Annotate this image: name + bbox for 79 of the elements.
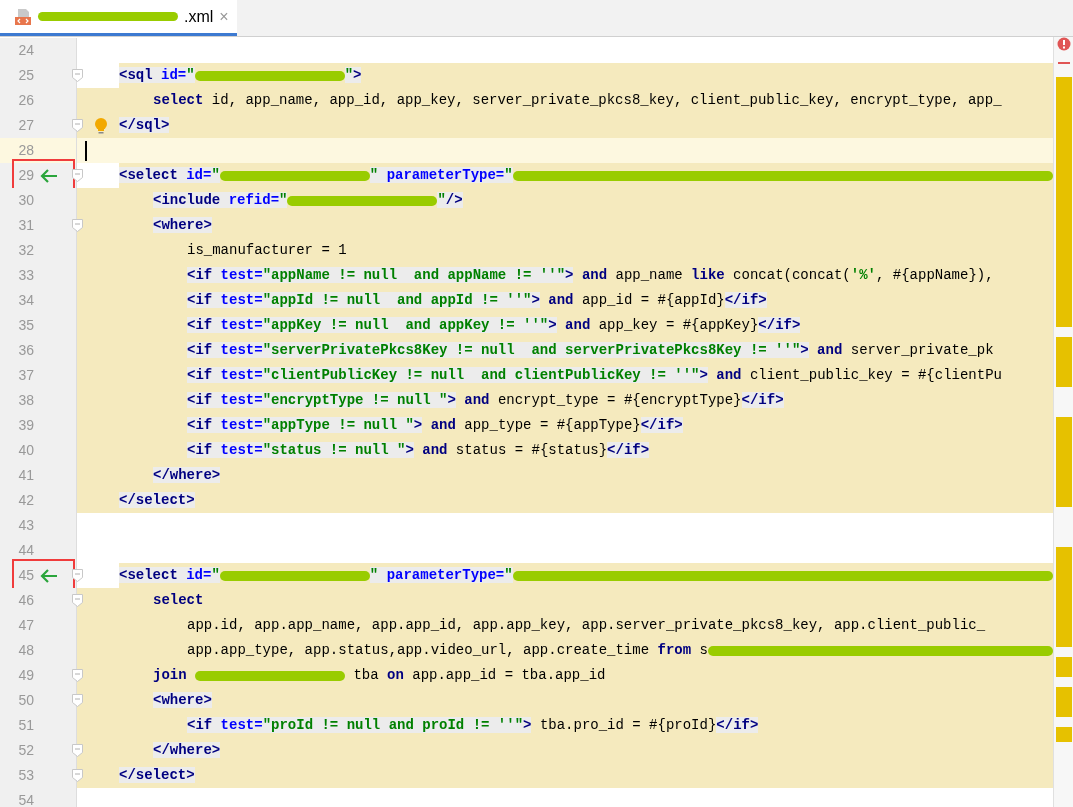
code-text: <if test="appType != null "> and app_type = #{appType}</if> (187, 416, 683, 435)
left-arrow-icon[interactable] (40, 167, 58, 184)
fold-icon[interactable] (72, 569, 83, 582)
line-number: 28 (17, 141, 34, 160)
line-number: 43 (17, 516, 34, 535)
fold-icon[interactable] (72, 769, 83, 782)
code-text: tba on app.app_id = tba.app_id (352, 666, 606, 685)
code-text: <if test="status != null "> and status = #{status}</if> (187, 441, 650, 460)
line-number: 35 (17, 316, 34, 335)
code-text: </where> (153, 741, 221, 760)
code-text: <if test="appKey != null and appKey != ''"> and app_key = #{appKey}</if> (187, 316, 801, 335)
fold-icon[interactable] (72, 694, 83, 707)
code-text: select id, app_name, app_id, app_key, server_private_pkcs8_key, client_public_key, encrypt_type, app_ (153, 91, 1002, 110)
fold-icon[interactable] (72, 119, 83, 132)
code-text: "> (344, 66, 362, 85)
code-text: <if test="serverPrivatePkcs8Key != null and serverPrivatePkcs8Key != ''"> and server_private_pk (187, 341, 994, 360)
tab-label: .xml (184, 6, 214, 27)
code-text: app.id, app.app_name, app.app_id, app.app_key, app.server_private_pkcs8_key, app.client_public_ (187, 616, 986, 635)
line-number: 29 (17, 166, 34, 185)
fold-icon[interactable] (72, 169, 83, 182)
lightbulb-icon[interactable] (94, 117, 108, 135)
line-number: 32 (17, 241, 34, 260)
line-number: 34 (17, 291, 34, 310)
line-number: 51 (17, 716, 34, 735)
line-number: 42 (17, 491, 34, 510)
line-number: 47 (17, 616, 34, 635)
line-number: 44 (17, 541, 34, 560)
line-number: 24 (17, 41, 34, 60)
code-text: <if test="appName != null and appName != ''"> and app_name like concat(concat('%', #{appName}), (187, 266, 994, 285)
line-number: 50 (17, 691, 34, 710)
code-text: <select id=" (119, 566, 220, 585)
fold-icon[interactable] (72, 669, 83, 682)
code-text: <where> (153, 216, 212, 235)
error-icon[interactable] (1057, 37, 1071, 51)
line-number: 49 (17, 666, 34, 685)
code-text: <include refid=" (153, 191, 288, 210)
code-text: " parameterType=" (369, 166, 513, 185)
line-number: 41 (17, 466, 34, 485)
code-text: </select> (119, 766, 195, 785)
fold-icon[interactable] (72, 594, 83, 607)
line-number: 30 (17, 191, 34, 210)
code-text: <if test="appId != null and appId != ''"> and app_id = #{appId}</if> (187, 291, 767, 310)
line-number: 31 (17, 216, 34, 235)
code-text: " parameterType=" (369, 566, 513, 585)
xml-file-icon (14, 7, 32, 26)
code-text: is_manufacturer = 1 (187, 241, 347, 260)
line-number: 36 (17, 341, 34, 360)
code-text: <if test="clientPublicKey != null and clientPublicKey != ''"> and client_public_key = #{clientPu (187, 366, 1002, 385)
file-tab[interactable]: .xml × (0, 0, 237, 36)
code-text: join (153, 666, 188, 685)
code-text: select (153, 591, 204, 610)
line-number: 25 (17, 66, 34, 85)
code-text: "/> (437, 191, 463, 210)
line-number: 46 (17, 591, 34, 610)
line-number: 45 (17, 566, 34, 585)
line-number: 27 (17, 116, 34, 135)
code-text: <sql id=" (119, 66, 195, 85)
line-number: 53 (17, 766, 34, 785)
code-text: </sql> (119, 116, 170, 135)
line-number: 48 (17, 641, 34, 660)
code-text: </where> (153, 466, 221, 485)
line-number: 52 (17, 741, 34, 760)
line-number: 33 (17, 266, 34, 285)
code-text: <select id=" (119, 166, 220, 185)
code-text: app.app_type, app.status,app.video_url, app.create_time from s (187, 641, 708, 660)
line-number: 26 (17, 91, 34, 110)
code-text: <where> (153, 691, 212, 710)
left-arrow-icon[interactable] (40, 567, 58, 584)
line-number: 40 (17, 441, 34, 460)
code-text: <if test="proId != null and proId != ''"> tba.pro_id = #{proId}</if> (187, 716, 759, 735)
line-number: 54 (17, 791, 34, 807)
line-number: 38 (17, 391, 34, 410)
code-text: </select> (119, 491, 195, 510)
fold-icon[interactable] (72, 219, 83, 232)
line-number: 37 (17, 366, 34, 385)
line-number: 39 (17, 416, 34, 435)
code-text: <if test="encryptType != null "> and encrypt_type = #{encryptType}</if> (187, 391, 784, 410)
fold-icon[interactable] (72, 69, 83, 82)
fold-icon[interactable] (72, 744, 83, 757)
